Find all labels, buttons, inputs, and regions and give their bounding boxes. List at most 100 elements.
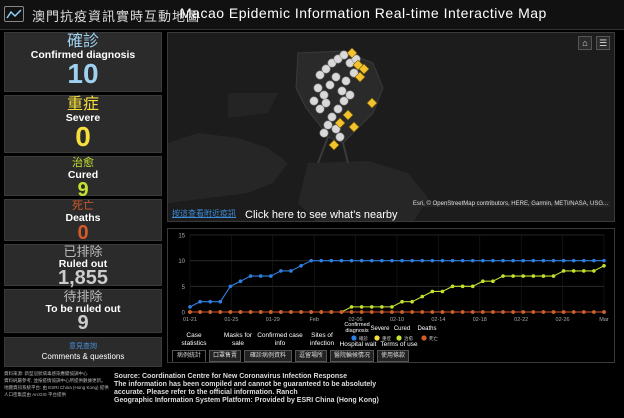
data-point xyxy=(602,258,606,263)
data-point xyxy=(268,274,273,278)
data-point xyxy=(319,258,324,263)
comments-button[interactable]: 意見查詢 Comments & questions xyxy=(4,337,162,367)
data-point xyxy=(491,258,495,263)
map-marker[interactable] xyxy=(335,132,345,142)
ruled-out-card: 已排除 Ruled out 1,855 xyxy=(4,244,162,289)
tab-hospital-wait[interactable]: 醫院輪候情况 xyxy=(330,350,374,362)
data-point xyxy=(238,310,243,314)
map-marker[interactable] xyxy=(333,104,343,114)
data-point xyxy=(420,310,425,314)
nav-label: Terms of use xyxy=(380,341,418,348)
header: 澳門抗疫資訊實時互動地圖 Macao Epidemic Information … xyxy=(0,0,624,30)
map-marker[interactable] xyxy=(319,128,329,138)
data-point xyxy=(380,258,384,263)
data-point xyxy=(218,310,223,314)
data-point xyxy=(329,258,334,263)
data-point xyxy=(521,274,526,278)
data-point xyxy=(390,258,394,263)
map-marker[interactable] xyxy=(313,83,323,93)
map-marker[interactable] xyxy=(339,50,349,60)
map-marker[interactable] xyxy=(327,112,337,122)
tab-masks-for-sale[interactable]: 口罩售賣 xyxy=(209,350,241,362)
data-point xyxy=(228,284,233,289)
map-marker[interactable] xyxy=(337,86,347,96)
cured-count: 9 xyxy=(77,179,89,201)
legend-swatch xyxy=(351,335,357,341)
data-point xyxy=(460,284,465,289)
y-tick-label: 10 xyxy=(178,259,185,265)
data-point xyxy=(501,310,505,314)
legend-label-zh: 治愈 xyxy=(404,335,413,342)
data-point xyxy=(208,299,212,304)
data-point xyxy=(511,274,515,278)
data-point xyxy=(521,310,526,314)
data-point xyxy=(491,310,495,314)
data-point xyxy=(329,310,334,314)
data-point xyxy=(571,269,576,273)
map-marker[interactable] xyxy=(309,96,319,106)
map-marker[interactable] xyxy=(319,90,329,100)
footer-source: Source: Coordination Centre for New Coro… xyxy=(114,373,614,405)
data-point xyxy=(319,310,324,314)
data-point xyxy=(299,264,303,268)
data-point xyxy=(470,258,475,263)
legend-label-zh: 重症 xyxy=(382,335,391,342)
data-point xyxy=(491,279,495,283)
nearby-link-zh[interactable]: 按這查看附近疫訊 xyxy=(172,208,236,219)
data-point xyxy=(450,258,455,263)
x-tick-label: 01-25 xyxy=(224,317,238,323)
comments-label-zh: 意見查詢 xyxy=(69,343,97,350)
map-marker[interactable] xyxy=(323,120,333,130)
data-point xyxy=(430,289,435,294)
data-point xyxy=(470,310,475,314)
legend-swatch xyxy=(396,335,402,341)
data-point xyxy=(218,299,223,304)
data-point xyxy=(400,310,404,314)
data-point xyxy=(531,258,536,263)
data-point xyxy=(289,269,293,273)
data-point xyxy=(410,299,414,304)
map-view[interactable]: ⌂ ☰ Esri, © OpenStreetMap contributors, … xyxy=(167,32,615,222)
data-point xyxy=(531,310,536,314)
source-info-line: 資料純屬參考, 並按疫情協調中心所提供數據更新。 xyxy=(4,378,106,383)
data-point xyxy=(481,310,485,314)
data-point xyxy=(380,305,384,309)
map-marker[interactable] xyxy=(341,76,351,86)
legend-label-zh: 死亡 xyxy=(429,335,438,342)
list-icon[interactable]: ☰ xyxy=(596,36,610,50)
map-canvas xyxy=(168,33,614,221)
x-tick-label: 01-21 xyxy=(183,317,197,323)
tab-case-statistics[interactable]: 病例統計 xyxy=(172,350,206,362)
map-marker[interactable] xyxy=(331,72,341,82)
x-tick-label: 02-10 xyxy=(390,317,404,323)
ruled-out-count: 1,855 xyxy=(57,267,109,289)
to-be-ruled-out-count: 9 xyxy=(77,312,89,334)
tab-terms-of-use[interactable]: 使用條款 xyxy=(377,350,409,362)
data-point xyxy=(551,274,556,278)
y-tick-label: 0 xyxy=(182,311,186,317)
data-point xyxy=(571,310,576,314)
data-point xyxy=(511,258,515,263)
map-marker[interactable] xyxy=(325,80,335,90)
data-point xyxy=(551,310,556,314)
nearby-link-en[interactable]: Click here to see what's nearby xyxy=(245,209,398,221)
data-point xyxy=(470,284,475,289)
data-point xyxy=(541,310,546,314)
cured-card: 治愈 Cured 9 xyxy=(4,156,162,200)
deaths-count: 0 xyxy=(77,222,89,244)
page-title-zh: 澳門抗疫資訊實時互動地圖 xyxy=(32,9,201,24)
tab-sites-of-infection[interactable]: 逗留場所 xyxy=(295,350,327,362)
map-attribution: Esri, © OpenStreetMap contributors, HERE… xyxy=(410,201,610,207)
legend-label: Cured xyxy=(394,326,410,332)
nav-label: Sites of xyxy=(311,332,333,339)
severe-label-zh: 重症 xyxy=(66,96,99,113)
home-icon[interactable]: ⌂ xyxy=(578,36,592,50)
data-point xyxy=(228,310,233,314)
map-marker[interactable] xyxy=(321,98,331,108)
to-be-ruled-out-label-zh: 待排除 xyxy=(63,289,103,304)
map-marker[interactable] xyxy=(345,90,355,100)
data-point xyxy=(410,310,414,314)
data-point xyxy=(592,310,596,314)
tab-confirmed-case-info[interactable]: 確診病例資料 xyxy=(244,350,292,362)
legend-label: Severe xyxy=(370,326,390,332)
